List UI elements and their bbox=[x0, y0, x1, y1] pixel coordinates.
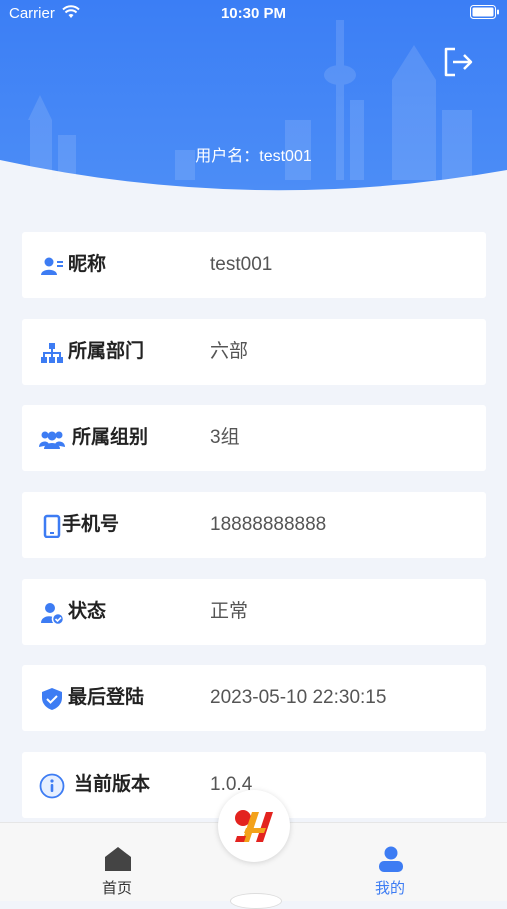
user-icon bbox=[379, 846, 403, 872]
row-label: 状态 bbox=[68, 601, 107, 622]
profile-row-status: 状态 正常 bbox=[22, 579, 486, 645]
row-label: 当前版本 bbox=[74, 774, 151, 795]
tab-home[interactable]: 首页 bbox=[57, 823, 177, 901]
profile-row-phone: 手机号 18888888888 bbox=[22, 492, 486, 558]
profile-header: Carrier 10:30 PM 用户名：test001 bbox=[0, 0, 507, 200]
row-label: 最后登陆 bbox=[68, 687, 145, 708]
home-icon bbox=[105, 847, 131, 871]
row-label: 昵称 bbox=[68, 254, 107, 275]
phone-icon bbox=[43, 514, 61, 538]
row-value: test001 bbox=[210, 254, 273, 275]
profile-row-department: 所属部门 六部 bbox=[22, 319, 486, 385]
row-value: 3组 bbox=[210, 427, 240, 448]
info-icon bbox=[39, 773, 65, 799]
row-value: 正常 bbox=[210, 601, 249, 622]
status-bar: Carrier 10:30 PM bbox=[0, 0, 507, 28]
username-text: 用户名：test001 bbox=[195, 148, 312, 165]
group-icon bbox=[39, 431, 65, 449]
tab-mine-label: 我的 bbox=[374, 880, 405, 897]
battery-icon bbox=[470, 5, 499, 19]
row-label: 所属组别 bbox=[72, 427, 149, 448]
user-check-icon bbox=[41, 603, 64, 625]
profile-row-group: 所属组别 3组 bbox=[22, 405, 486, 471]
row-label: 所属部门 bbox=[68, 341, 145, 362]
logout-icon[interactable] bbox=[441, 45, 475, 79]
row-label: 手机号 bbox=[62, 514, 120, 535]
header-background bbox=[0, 0, 507, 200]
row-value: 18888888888 bbox=[210, 514, 327, 535]
center-bottom-handle bbox=[230, 893, 282, 909]
user-card-icon bbox=[41, 257, 63, 275]
tab-mine[interactable]: 我的 bbox=[330, 823, 450, 901]
org-chart-icon bbox=[41, 343, 63, 363]
center-logo-button[interactable] bbox=[218, 790, 290, 862]
shield-check-icon bbox=[42, 688, 62, 710]
tab-home-label: 首页 bbox=[101, 880, 132, 897]
profile-row-nickname: 昵称 test001 bbox=[22, 232, 486, 298]
row-value: 2023-05-10 22:30:15 bbox=[210, 687, 387, 708]
app-logo-icon bbox=[235, 810, 273, 842]
profile-row-last-login: 最后登陆 2023-05-10 22:30:15 bbox=[22, 665, 486, 731]
status-time: 10:30 PM bbox=[220, 5, 287, 22]
row-value: 六部 bbox=[210, 341, 249, 362]
